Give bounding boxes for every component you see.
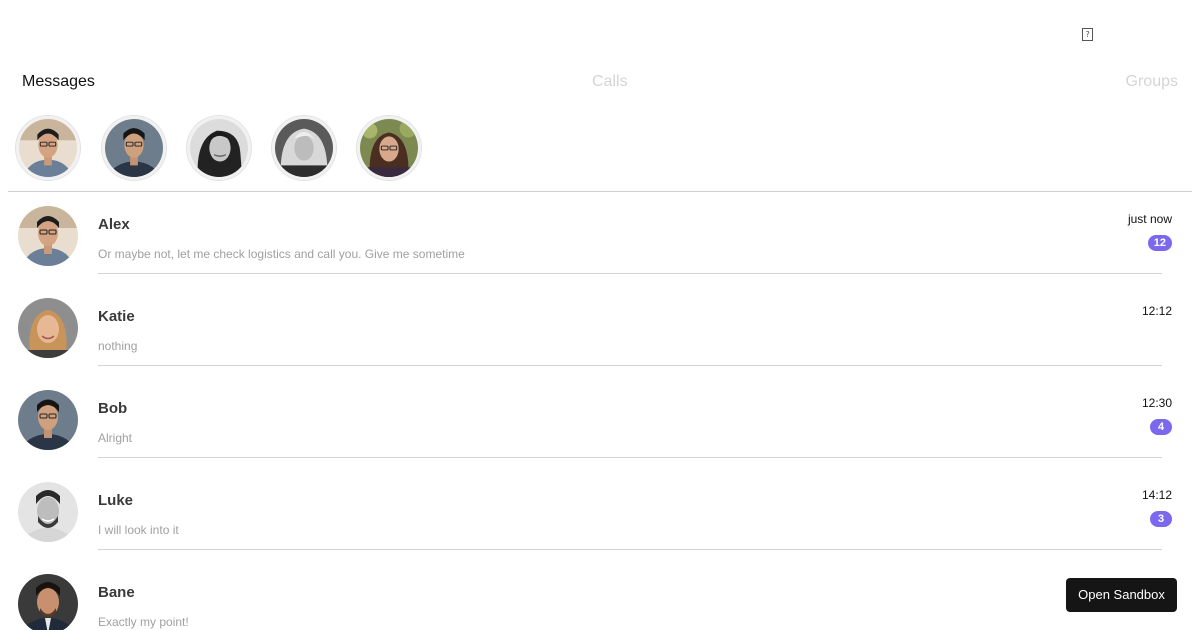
- unread-badge: 4: [1150, 419, 1172, 435]
- message-time: 12:30: [1141, 396, 1172, 410]
- person-photo-icon: [18, 390, 78, 450]
- conversation-row-luke[interactable]: Luke I will look into it 14:12 3: [0, 468, 1200, 560]
- message-time: 14:12: [1141, 488, 1172, 502]
- avatar: [18, 574, 78, 630]
- person-photo-icon: [18, 206, 78, 266]
- tab-groups[interactable]: Groups: [1126, 72, 1178, 92]
- conversation-row-bob[interactable]: Bob Alright 12:30 4: [0, 376, 1200, 468]
- contact-name: Luke: [98, 492, 134, 509]
- message-preview: Alright: [98, 431, 133, 445]
- row-divider: [98, 457, 1162, 458]
- broken-image-icon: ?: [1082, 28, 1093, 41]
- story-avatar[interactable]: [272, 116, 336, 180]
- person-photo-icon: [18, 482, 78, 542]
- tab-calls[interactable]: Calls: [592, 72, 628, 92]
- row-divider: [98, 273, 1162, 274]
- avatar: [18, 298, 78, 358]
- message-time: 12:12: [1141, 304, 1172, 318]
- tab-bar: Messages Calls Groups: [0, 72, 1200, 92]
- message-preview: nothing: [98, 339, 138, 353]
- conversation-row-bane[interactable]: Bane Exactly my point!: [0, 560, 1200, 630]
- contact-name: Bane: [98, 584, 135, 601]
- contact-name: Bob: [98, 400, 128, 417]
- avatar: [18, 206, 78, 266]
- person-photo-icon: [105, 119, 163, 177]
- story-avatar[interactable]: [357, 116, 421, 180]
- unread-badge: 12: [1147, 235, 1172, 251]
- person-photo-icon: [190, 119, 248, 177]
- person-photo-icon: [19, 119, 77, 177]
- story-avatar[interactable]: [187, 116, 251, 180]
- message-preview: Exactly my point!: [98, 615, 189, 629]
- avatar: [18, 482, 78, 542]
- message-preview: I will look into it: [98, 523, 179, 537]
- person-photo-icon: [18, 298, 78, 358]
- conversation-row-alex[interactable]: Alex Or maybe not, let me check logistic…: [0, 192, 1200, 284]
- tab-messages[interactable]: Messages: [22, 72, 95, 92]
- unread-badge: 3: [1150, 511, 1172, 527]
- person-photo-icon: [18, 574, 78, 630]
- message-preview: Or maybe not, let me check logistics and…: [98, 247, 465, 261]
- contact-name: Katie: [98, 308, 135, 325]
- avatar: [18, 390, 78, 450]
- person-photo-icon: [275, 119, 333, 177]
- contact-name: Alex: [98, 216, 130, 233]
- story-avatar[interactable]: [102, 116, 166, 180]
- story-avatar[interactable]: [16, 116, 80, 180]
- conversation-row-katie[interactable]: Katie nothing 12:12: [0, 284, 1200, 376]
- message-time: just now: [1127, 212, 1172, 226]
- row-divider: [98, 549, 1162, 550]
- row-divider: [98, 365, 1162, 366]
- person-photo-icon: [360, 119, 418, 177]
- open-sandbox-button[interactable]: Open Sandbox: [1066, 578, 1177, 612]
